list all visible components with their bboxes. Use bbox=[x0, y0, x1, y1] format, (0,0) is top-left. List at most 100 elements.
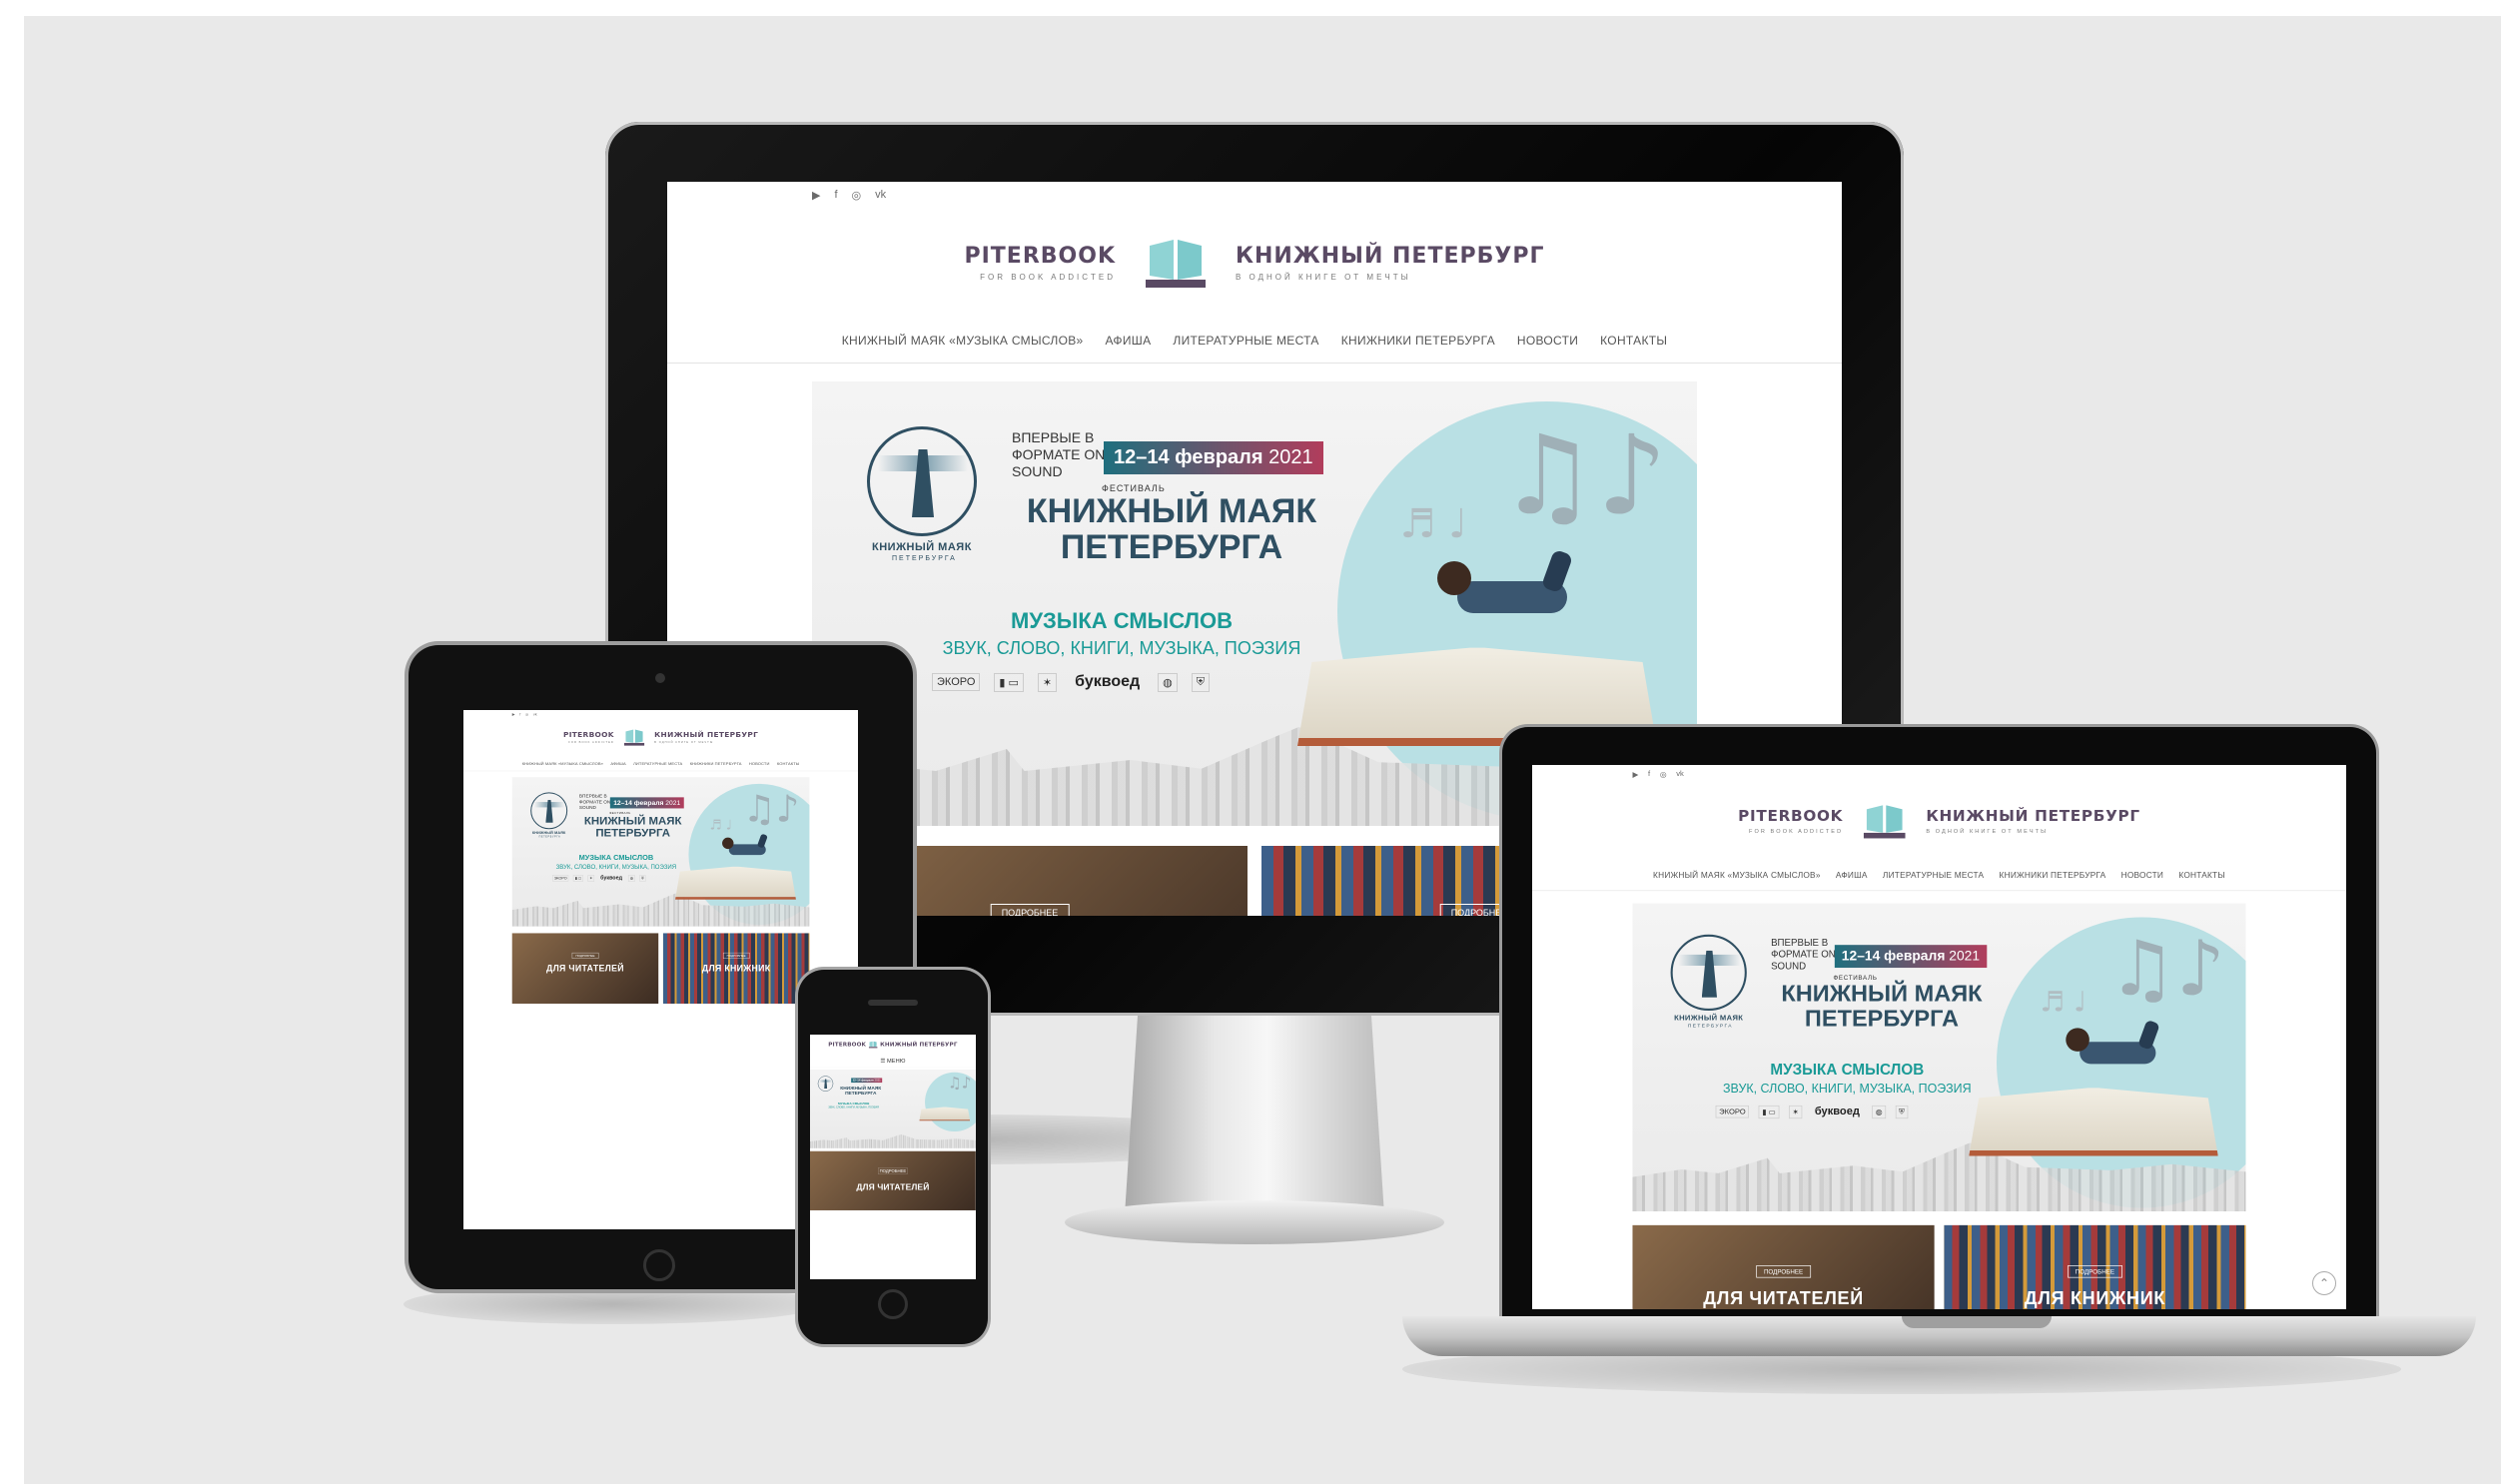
social-bar: ▶ f ◎ vk bbox=[667, 182, 1842, 208]
tile-more-button[interactable]: ПОДРОБНЕЕ bbox=[878, 1167, 908, 1174]
nav-item-festival[interactable]: Книжный маяк «Музыка смыслов» bbox=[1653, 870, 1821, 880]
nav-item-literary-places[interactable]: Литературные места bbox=[633, 761, 682, 766]
menu-toggle-button[interactable]: ☰ МЕНЮ bbox=[880, 1058, 905, 1064]
instagram-icon[interactable]: ◎ bbox=[525, 712, 528, 717]
iphone-speaker bbox=[868, 1000, 918, 1006]
scroll-to-top-button[interactable]: ⌃ bbox=[2312, 1271, 2336, 1295]
category-tiles: ПОДРОБНЕЕ ДЛЯ ЧИТАТЕЛЕЙ ПОДРОБНЕЕ ДЛЯ КН… bbox=[511, 933, 810, 1004]
festival-date: 12–14 февраля 2021 bbox=[1104, 441, 1323, 474]
city-skyline bbox=[810, 1133, 976, 1148]
festival-date: 12–14 февраля 2021 bbox=[609, 797, 684, 809]
nav-item-contacts[interactable]: Контакты bbox=[777, 761, 800, 766]
nav-item-news[interactable]: Новости bbox=[2121, 870, 2163, 880]
nav-item-festival[interactable]: Книжный маяк «Музыка смыслов» bbox=[842, 334, 1084, 348]
macbook-screen: ▶ f ◎ vk PITERBOOK FOR BOOK ADDICTED КНИ… bbox=[1532, 765, 2346, 1309]
brand-right[interactable]: КНИЖНЫЙ ПЕТЕРБУРГ В ОДНОЙ КНИГЕ ОТ МЕЧТЫ bbox=[1926, 808, 2139, 834]
instagram-icon[interactable]: ◎ bbox=[852, 189, 862, 202]
facebook-icon[interactable]: f bbox=[1648, 770, 1650, 778]
festival-genres: ЗВУК, СЛОВО, КНИГИ, МУЗЫКА, ПОЭЗИЯ bbox=[555, 863, 677, 871]
tile-more-button[interactable]: ПОДРОБНЕЕ bbox=[990, 904, 1070, 916]
music-notes-small-icon: ♬ ♩ bbox=[1399, 501, 1467, 547]
macbook-device: ▶ f ◎ vk PITERBOOK FOR BOOK ADDICTED КНИ… bbox=[1402, 727, 2476, 1366]
brand-left[interactable]: PITERBOOK FOR BOOK ADDICTED bbox=[563, 731, 614, 744]
nav-item-contacts[interactable]: Контакты bbox=[1600, 334, 1667, 348]
brand-right[interactable]: КНИЖНЫЙ ПЕТЕРБУРГ bbox=[880, 1042, 957, 1048]
book-logo-icon[interactable] bbox=[1863, 802, 1906, 839]
brand-left[interactable]: PITERBOOK FOR BOOK ADDICTED bbox=[1738, 808, 1843, 834]
music-notes-small-icon: ♬ ♩ bbox=[2040, 986, 2087, 1019]
nav-item-bookmen[interactable]: Книжники Петербурга bbox=[2000, 870, 2106, 880]
tile-for-bookmen[interactable]: ПОДРОБНЕЕ ДЛЯ КНИЖНИК bbox=[1944, 1224, 2246, 1309]
youtube-icon[interactable]: ▶ bbox=[512, 712, 515, 717]
music-notes-icon: ♫♪ bbox=[2107, 924, 2225, 1014]
tile-label: ДЛЯ КНИЖНИК bbox=[2024, 1287, 2166, 1309]
nav-item-literary-places[interactable]: Литературные места bbox=[1173, 334, 1318, 348]
camera-icon bbox=[655, 673, 665, 683]
nav-item-afisha[interactable]: Афиша bbox=[610, 761, 625, 766]
lighthouse-icon bbox=[1670, 934, 1747, 1012]
site-header: PITERBOOK FOR BOOK ADDICTED КНИЖНЫЙ ПЕТЕ… bbox=[667, 208, 1842, 318]
mockup-background: ▶ f ◎ vk PITERBOOK FOR BOOK ADDICTED КНИ… bbox=[24, 16, 2501, 1484]
nav-item-bookmen[interactable]: Книжники Петербурга bbox=[1341, 334, 1495, 348]
festival-date: 12–14 февраля 2021 bbox=[851, 1078, 883, 1084]
tile-for-bookmen[interactable]: ПОДРОБНЕЕ ДЛЯ КНИЖНИК bbox=[662, 933, 810, 1004]
nav-item-afisha[interactable]: Афиша bbox=[1106, 334, 1152, 348]
nav-item-literary-places[interactable]: Литературные места bbox=[1883, 870, 1984, 880]
tile-for-readers[interactable]: ПОДРОБНЕЕ ДЛЯ ЧИТАТЕЛЕЙ bbox=[810, 1150, 976, 1210]
partner-logos: ЭКОРО ▮ ▭ ✶ буквоед ◍ ⛨ bbox=[932, 671, 1211, 693]
iphone-device: PITERBOOK КНИЖНЫЙ ПЕТЕРБУРГ ☰ МЕНЮ ♫♪ 12… bbox=[798, 970, 988, 1349]
festival-banner[interactable]: ♫♪ 12–14 февраля 2021 КНИЖНЫЙ МАЯК ПЕТЕР… bbox=[810, 1069, 976, 1148]
nav-item-festival[interactable]: Книжный маяк «Музыка смыслов» bbox=[522, 761, 603, 766]
home-button[interactable] bbox=[878, 1289, 908, 1319]
festival-banner[interactable]: ♫♪ ♬ ♩ КНИЖНЫЙ МАЯК ПЕТЕРБУРГА ВПЕРВЫЕ В… bbox=[511, 777, 810, 927]
tile-label: ДЛЯ ЧИТАТЕЛЕЙ bbox=[546, 963, 624, 974]
tile-more-button[interactable]: ПОДРОБНЕЕ bbox=[2068, 1265, 2122, 1278]
festival-theme: МУЗЫКА СМЫСЛОВ bbox=[1770, 1060, 1925, 1079]
youtube-icon[interactable]: ▶ bbox=[812, 189, 820, 202]
website: PITERBOOK КНИЖНЫЙ ПЕТЕРБУРГ ☰ МЕНЮ ♫♪ 12… bbox=[810, 1035, 976, 1210]
nav-item-news[interactable]: Новости bbox=[749, 761, 770, 766]
tile-label: ДЛЯ ЧИТАТЕЛЕЙ bbox=[1703, 1287, 1864, 1309]
partner-logo: ◍ bbox=[1158, 672, 1178, 692]
partner-logo: ✶ bbox=[587, 875, 595, 882]
facebook-icon[interactable]: f bbox=[834, 189, 837, 201]
partner-logo: ⛨ bbox=[639, 875, 646, 882]
book-logo-icon[interactable] bbox=[1146, 236, 1206, 290]
music-notes-small-icon: ♬ ♩ bbox=[709, 817, 733, 833]
instagram-icon[interactable]: ◎ bbox=[1660, 770, 1667, 778]
tile-more-button[interactable]: ПОДРОБНЕЕ bbox=[571, 952, 599, 959]
partner-logo-ekoro: ЭКОРО bbox=[932, 673, 981, 691]
festival-genres: ЗВУК, СЛОВО, КНИГИ, МУЗЫКА, ПОЭЗИЯ bbox=[1722, 1081, 1972, 1096]
festival-title: КНИЖНЫЙ МАЯК ПЕТЕРБУРГА bbox=[1781, 980, 1983, 1032]
vk-icon[interactable]: vk bbox=[533, 712, 537, 716]
festival-date: 12–14 февраля 2021 bbox=[1834, 945, 1988, 969]
book-logo-icon[interactable] bbox=[623, 728, 645, 746]
brand-left[interactable]: PITERBOOK bbox=[828, 1042, 866, 1048]
nav-item-afisha[interactable]: Афиша bbox=[1836, 870, 1868, 880]
book-logo-icon[interactable] bbox=[868, 1041, 878, 1049]
brand-right[interactable]: КНИЖНЫЙ ПЕТЕРБУРГ В ОДНОЙ КНИГЕ ОТ МЕЧТЫ bbox=[654, 731, 758, 744]
tile-for-readers[interactable]: ПОДРОБНЕЕ ДЛЯ ЧИТАТЕЛЕЙ bbox=[511, 933, 659, 1004]
emblem-subcaption: ПЕТЕРБУРГА bbox=[1687, 1024, 1733, 1030]
partner-logo: ▮ ▭ bbox=[1758, 1105, 1780, 1118]
site-header: PITERBOOK FOR BOOK ADDICTED КНИЖНЫЙ ПЕТЕ… bbox=[1532, 783, 2346, 859]
festival-banner[interactable]: ♫♪ ♬ ♩ КНИЖНЫЙ МАЯК ПЕТЕРБУРГА ВПЕРВЫЕ В… bbox=[1632, 903, 2246, 1211]
tile-more-button[interactable]: ПОДРОБНЕЕ bbox=[722, 952, 750, 959]
vk-icon[interactable]: vk bbox=[1676, 770, 1684, 778]
lighthouse-icon bbox=[867, 426, 977, 536]
nav-item-news[interactable]: Новости bbox=[1517, 334, 1578, 348]
tile-for-readers[interactable]: ПОДРОБНЕЕ ДЛЯ ЧИТАТЕЛЕЙ bbox=[1632, 1224, 1935, 1309]
nav-item-bookmen[interactable]: Книжники Петербурга bbox=[690, 761, 742, 766]
youtube-icon[interactable]: ▶ bbox=[1632, 770, 1638, 778]
brand-right[interactable]: КНИЖНЫЙ ПЕТЕРБУРГ В ОДНОЙ КНИГЕ ОТ МЕЧТЫ bbox=[1236, 244, 1545, 282]
facebook-icon[interactable]: f bbox=[519, 712, 520, 716]
reader-figure bbox=[1397, 548, 1587, 641]
reader-figure bbox=[709, 833, 773, 865]
brand-left-title: PITERBOOK bbox=[562, 730, 614, 740]
brand-left[interactable]: PITERBOOK FOR BOOK ADDICTED bbox=[964, 244, 1116, 282]
tile-more-button[interactable]: ПОДРОБНЕЕ bbox=[1756, 1265, 1811, 1278]
nav-item-contacts[interactable]: Контакты bbox=[2178, 870, 2225, 880]
home-button[interactable] bbox=[643, 1249, 675, 1281]
vk-icon[interactable]: vk bbox=[875, 189, 886, 201]
website: ▶ f ◎ vk PITERBOOK FOR BOOK ADDICTED КНИ… bbox=[1532, 765, 2346, 1309]
